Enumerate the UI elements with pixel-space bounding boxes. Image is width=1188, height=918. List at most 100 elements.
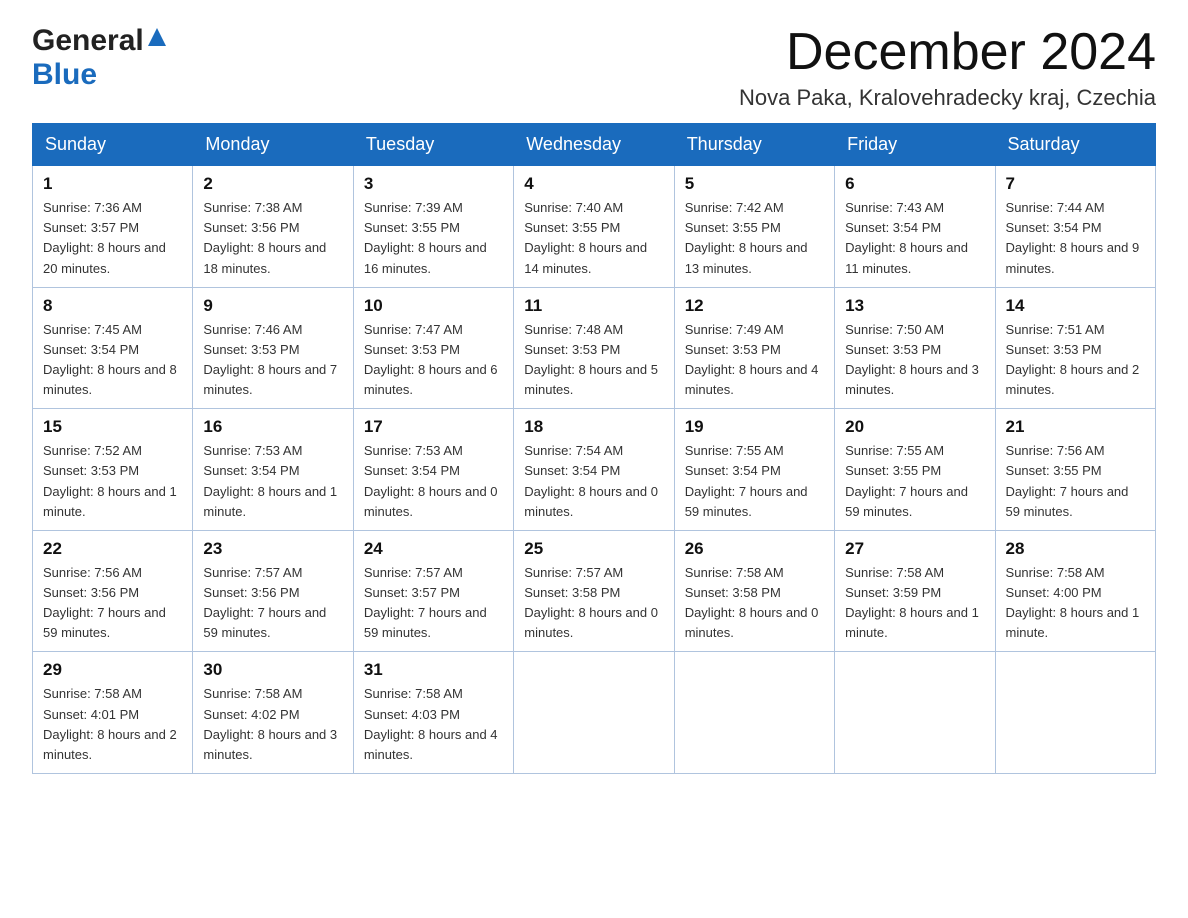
day-number: 20 — [845, 417, 984, 437]
calendar-cell: 25 Sunrise: 7:57 AMSunset: 3:58 PMDayligh… — [514, 530, 674, 652]
calendar-cell: 18 Sunrise: 7:54 AMSunset: 3:54 PMDayligh… — [514, 409, 674, 531]
page-header: General Blue December 2024 Nova Paka, Kr… — [32, 24, 1156, 111]
day-number: 11 — [524, 296, 663, 316]
day-info: Sunrise: 7:58 AMSunset: 3:59 PMDaylight:… — [845, 563, 984, 644]
calendar-cell: 24 Sunrise: 7:57 AMSunset: 3:57 PMDayligh… — [353, 530, 513, 652]
day-info: Sunrise: 7:58 AMSunset: 3:58 PMDaylight:… — [685, 563, 824, 644]
day-info: Sunrise: 7:56 AMSunset: 3:55 PMDaylight:… — [1006, 441, 1145, 522]
calendar-cell: 9 Sunrise: 7:46 AMSunset: 3:53 PMDaylight… — [193, 287, 353, 409]
calendar-cell: 14Sunrise: 7:51 AMSunset: 3:53 PMDayligh… — [995, 287, 1155, 409]
day-number: 17 — [364, 417, 503, 437]
day-info: Sunrise: 7:38 AMSunset: 3:56 PMDaylight:… — [203, 198, 342, 279]
day-info: Sunrise: 7:42 AMSunset: 3:55 PMDaylight:… — [685, 198, 824, 279]
week-row-5: 29Sunrise: 7:58 AMSunset: 4:01 PMDayligh… — [33, 652, 1156, 774]
weekday-header-monday: Monday — [193, 124, 353, 166]
calendar-title: December 2024 — [739, 24, 1156, 81]
day-info: Sunrise: 7:58 AMSunset: 4:02 PMDaylight:… — [203, 684, 342, 765]
calendar-cell: 8Sunrise: 7:45 AMSunset: 3:54 PMDaylight… — [33, 287, 193, 409]
day-number: 12 — [685, 296, 824, 316]
day-number: 6 — [845, 174, 984, 194]
day-number: 30 — [203, 660, 342, 680]
calendar-cell: 13Sunrise: 7:50 AMSunset: 3:53 PMDayligh… — [835, 287, 995, 409]
calendar-cell: 6 Sunrise: 7:43 AMSunset: 3:54 PMDaylight… — [835, 166, 995, 288]
calendar-location: Nova Paka, Kralovehradecky kraj, Czechia — [739, 85, 1156, 111]
calendar-cell — [995, 652, 1155, 774]
calendar-cell — [674, 652, 834, 774]
day-info: Sunrise: 7:54 AMSunset: 3:54 PMDaylight:… — [524, 441, 663, 522]
calendar-cell: 20Sunrise: 7:55 AMSunset: 3:55 PMDayligh… — [835, 409, 995, 531]
calendar-header: SundayMondayTuesdayWednesdayThursdayFrid… — [33, 124, 1156, 166]
logo-general: General — [32, 24, 144, 58]
day-number: 25 — [524, 539, 663, 559]
calendar-cell: 28 Sunrise: 7:58 AMSunset: 4:00 PMDayligh… — [995, 530, 1155, 652]
day-info: Sunrise: 7:57 AMSunset: 3:58 PMDaylight:… — [524, 563, 663, 644]
calendar-cell: 23Sunrise: 7:57 AMSunset: 3:56 PMDayligh… — [193, 530, 353, 652]
day-info: Sunrise: 7:36 AMSunset: 3:57 PMDaylight:… — [43, 198, 182, 279]
day-number: 4 — [524, 174, 663, 194]
day-info: Sunrise: 7:43 AMSunset: 3:54 PMDaylight:… — [845, 198, 984, 279]
calendar-cell: 10 Sunrise: 7:47 AMSunset: 3:53 PMDayligh… — [353, 287, 513, 409]
day-number: 21 — [1006, 417, 1145, 437]
week-row-1: 1 Sunrise: 7:36 AMSunset: 3:57 PMDaylight… — [33, 166, 1156, 288]
weekday-header-wednesday: Wednesday — [514, 124, 674, 166]
day-number: 1 — [43, 174, 182, 194]
day-info: Sunrise: 7:40 AMSunset: 3:55 PMDaylight:… — [524, 198, 663, 279]
calendar-cell: 19 Sunrise: 7:55 AMSunset: 3:54 PMDayligh… — [674, 409, 834, 531]
calendar-cell: 1 Sunrise: 7:36 AMSunset: 3:57 PMDaylight… — [33, 166, 193, 288]
calendar-cell: 5 Sunrise: 7:42 AMSunset: 3:55 PMDaylight… — [674, 166, 834, 288]
calendar-cell: 15 Sunrise: 7:52 AMSunset: 3:53 PMDayligh… — [33, 409, 193, 531]
day-info: Sunrise: 7:48 AMSunset: 3:53 PMDaylight:… — [524, 320, 663, 401]
day-number: 15 — [43, 417, 182, 437]
day-info: Sunrise: 7:57 AMSunset: 3:57 PMDaylight:… — [364, 563, 503, 644]
day-number: 13 — [845, 296, 984, 316]
day-number: 9 — [203, 296, 342, 316]
calendar-cell: 27 Sunrise: 7:58 AMSunset: 3:59 PMDayligh… — [835, 530, 995, 652]
weekday-header-tuesday: Tuesday — [353, 124, 513, 166]
day-info: Sunrise: 7:58 AMSunset: 4:01 PMDaylight:… — [43, 684, 182, 765]
calendar-cell: 21 Sunrise: 7:56 AMSunset: 3:55 PMDayligh… — [995, 409, 1155, 531]
calendar-cell: 3Sunrise: 7:39 AMSunset: 3:55 PMDaylight… — [353, 166, 513, 288]
day-info: Sunrise: 7:46 AMSunset: 3:53 PMDaylight:… — [203, 320, 342, 401]
weekday-header-friday: Friday — [835, 124, 995, 166]
day-info: Sunrise: 7:55 AMSunset: 3:54 PMDaylight:… — [685, 441, 824, 522]
calendar-cell: 4 Sunrise: 7:40 AMSunset: 3:55 PMDaylight… — [514, 166, 674, 288]
calendar-cell: 26 Sunrise: 7:58 AMSunset: 3:58 PMDayligh… — [674, 530, 834, 652]
calendar-cell — [514, 652, 674, 774]
day-info: Sunrise: 7:53 AMSunset: 3:54 PMDaylight:… — [364, 441, 503, 522]
logo-triangle-icon — [146, 26, 168, 48]
day-info: Sunrise: 7:53 AMSunset: 3:54 PMDaylight:… — [203, 441, 342, 522]
calendar-cell: 31 Sunrise: 7:58 AMSunset: 4:03 PMDayligh… — [353, 652, 513, 774]
day-number: 10 — [364, 296, 503, 316]
calendar-cell: 7 Sunrise: 7:44 AMSunset: 3:54 PMDaylight… — [995, 166, 1155, 288]
day-number: 31 — [364, 660, 503, 680]
day-number: 7 — [1006, 174, 1145, 194]
day-info: Sunrise: 7:58 AMSunset: 4:03 PMDaylight:… — [364, 684, 503, 765]
day-number: 24 — [364, 539, 503, 559]
day-info: Sunrise: 7:58 AMSunset: 4:00 PMDaylight:… — [1006, 563, 1145, 644]
day-number: 26 — [685, 539, 824, 559]
day-info: Sunrise: 7:47 AMSunset: 3:53 PMDaylight:… — [364, 320, 503, 401]
weekday-header-thursday: Thursday — [674, 124, 834, 166]
day-number: 28 — [1006, 539, 1145, 559]
day-info: Sunrise: 7:39 AMSunset: 3:55 PMDaylight:… — [364, 198, 503, 279]
day-number: 5 — [685, 174, 824, 194]
day-info: Sunrise: 7:45 AMSunset: 3:54 PMDaylight:… — [43, 320, 182, 401]
day-info: Sunrise: 7:52 AMSunset: 3:53 PMDaylight:… — [43, 441, 182, 522]
calendar-cell: 2 Sunrise: 7:38 AMSunset: 3:56 PMDaylight… — [193, 166, 353, 288]
day-info: Sunrise: 7:51 AMSunset: 3:53 PMDaylight:… — [1006, 320, 1145, 401]
day-number: 22 — [43, 539, 182, 559]
weekday-header-saturday: Saturday — [995, 124, 1155, 166]
calendar-cell: 17 Sunrise: 7:53 AMSunset: 3:54 PMDayligh… — [353, 409, 513, 531]
day-number: 18 — [524, 417, 663, 437]
week-row-3: 15 Sunrise: 7:52 AMSunset: 3:53 PMDayligh… — [33, 409, 1156, 531]
day-number: 2 — [203, 174, 342, 194]
day-info: Sunrise: 7:44 AMSunset: 3:54 PMDaylight:… — [1006, 198, 1145, 279]
weekday-header-row: SundayMondayTuesdayWednesdayThursdayFrid… — [33, 124, 1156, 166]
calendar-cell: 11 Sunrise: 7:48 AMSunset: 3:53 PMDayligh… — [514, 287, 674, 409]
calendar-body: 1 Sunrise: 7:36 AMSunset: 3:57 PMDaylight… — [33, 166, 1156, 774]
calendar-cell: 22Sunrise: 7:56 AMSunset: 3:56 PMDayligh… — [33, 530, 193, 652]
day-number: 19 — [685, 417, 824, 437]
day-info: Sunrise: 7:49 AMSunset: 3:53 PMDaylight:… — [685, 320, 824, 401]
day-number: 27 — [845, 539, 984, 559]
logo-blue: Blue — [32, 58, 97, 91]
